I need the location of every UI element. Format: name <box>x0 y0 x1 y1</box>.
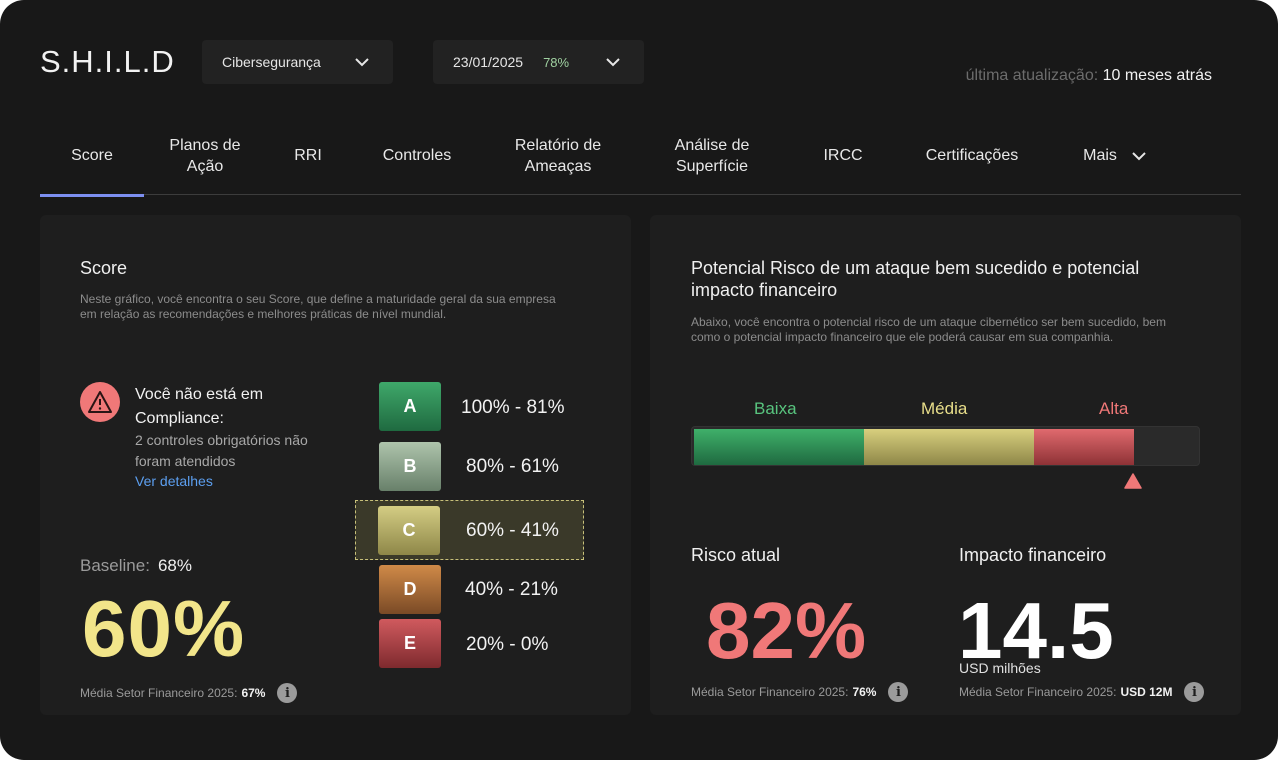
impact-sector-average-label: Média Setor Financeiro 2025: <box>959 685 1117 699</box>
info-icon[interactable]: i <box>1184 682 1205 702</box>
tab-controles[interactable]: Controles <box>370 116 464 195</box>
chevron-down-icon <box>1132 151 1146 160</box>
chevron-down-icon <box>606 58 620 67</box>
risk-card-description: Abaixo, você encontra o potencial risco … <box>691 315 1166 344</box>
compliance-title: Você não está em Compliance: <box>135 386 264 427</box>
score-card-title: Score <box>80 258 128 278</box>
tab-analise-de-superficie[interactable]: Análise de Superfície <box>652 116 772 195</box>
date-dropdown-value: 23/01/2025 <box>453 54 524 70</box>
warning-icon <box>80 382 120 422</box>
risk-bar-low-segment <box>694 429 864 465</box>
grade-e-badge: E <box>379 619 441 668</box>
risk-level-high: Alta <box>1099 399 1129 418</box>
risk-sector-average-value: 76% <box>852 685 877 699</box>
current-risk-title: Risco atual <box>691 545 781 565</box>
current-risk-value: 82% <box>706 586 867 675</box>
sector-average: Média Setor Financeiro 2025: 67% i <box>80 683 298 703</box>
risk-level-low: Baixa <box>754 399 797 418</box>
sector-average-value: 67% <box>241 686 266 700</box>
app-logo: S.H.I.L.D <box>40 44 175 79</box>
baseline-label: Baseline: <box>80 556 150 575</box>
tab-certificacoes[interactable]: Certificações <box>912 116 1032 195</box>
score-card: Score Neste gráfico, você encontra o seu… <box>40 215 631 715</box>
date-dropdown[interactable]: 23/01/2025 78% <box>433 40 644 84</box>
category-dropdown[interactable]: Cibersegurança <box>202 40 393 84</box>
grade-c-badge: C <box>378 506 440 555</box>
financial-impact-unit: USD milhões <box>959 660 1041 676</box>
compliance-subtitle: 2 controles obrigatórios não foram atend… <box>135 432 308 469</box>
tab-bar: Score Planos de Ação RRI Controles Relat… <box>40 116 1241 197</box>
grade-c-range: 60% - 41% <box>466 520 559 541</box>
grade-b-range: 80% - 61% <box>466 456 559 477</box>
grade-d-badge: D <box>379 565 441 614</box>
impact-sector-average-value: USD 12M <box>1120 685 1173 699</box>
impact-sector-average: Média Setor Financeiro 2025: USD 12M i <box>959 682 1205 702</box>
risk-sector-average: Média Setor Financeiro 2025: 76% i <box>691 682 909 702</box>
info-icon[interactable]: i <box>888 682 909 702</box>
financial-impact-title: Impacto financeiro <box>959 545 1107 565</box>
score-card-description: Neste gráfico, você encontra o seu Score… <box>80 292 556 321</box>
grade-a-range: 100% - 81% <box>461 397 565 418</box>
baseline: Baseline: 68% <box>80 556 192 576</box>
grade-b-badge: B <box>379 442 441 491</box>
tab-relatorio-de-ameacas[interactable]: Relatório de Ameaças <box>503 116 613 195</box>
risk-bar-medium-segment <box>864 429 1034 465</box>
risk-card: Potencial Risco de um ataque bem sucedid… <box>650 215 1241 715</box>
tab-score[interactable]: Score <box>40 116 144 197</box>
chevron-down-icon <box>355 58 369 67</box>
compliance-details-link[interactable]: Ver detalhes <box>135 473 213 489</box>
last-updated: última atualização: 10 meses atrás <box>966 67 1212 85</box>
sector-average-label: Média Setor Financeiro 2025: <box>80 686 238 700</box>
risk-card-title: Potencial Risco de um ataque bem sucedid… <box>691 258 1140 300</box>
date-score-percent: 78% <box>543 54 570 70</box>
tab-mais-label: Mais <box>1083 147 1117 164</box>
risk-marker-icon <box>1124 473 1142 489</box>
last-updated-label: última atualização: <box>965 67 1099 84</box>
grade-e-range: 20% - 0% <box>466 634 549 655</box>
risk-bar <box>691 426 1200 466</box>
last-updated-value: 10 meses atrás <box>1102 67 1212 84</box>
tab-planos-de-acao[interactable]: Planos de Ação <box>160 116 250 195</box>
baseline-value: 68% <box>157 556 192 575</box>
category-dropdown-value: Cibersegurança <box>222 54 321 70</box>
risk-bar-high-segment <box>1034 429 1134 465</box>
tab-rri[interactable]: RRI <box>288 116 328 195</box>
tab-ircc[interactable]: IRCC <box>815 116 871 195</box>
risk-level-medium: Média <box>921 399 968 418</box>
grade-a-badge: A <box>379 382 441 431</box>
grade-d-range: 40% - 21% <box>465 579 558 600</box>
tab-mais[interactable]: Mais <box>1070 116 1160 195</box>
score-value: 60% <box>82 584 246 673</box>
app-window: S.H.I.L.D Cibersegurança 23/01/2025 78% … <box>0 0 1278 760</box>
risk-sector-average-label: Média Setor Financeiro 2025: <box>691 685 849 699</box>
info-icon[interactable]: i <box>277 683 298 703</box>
